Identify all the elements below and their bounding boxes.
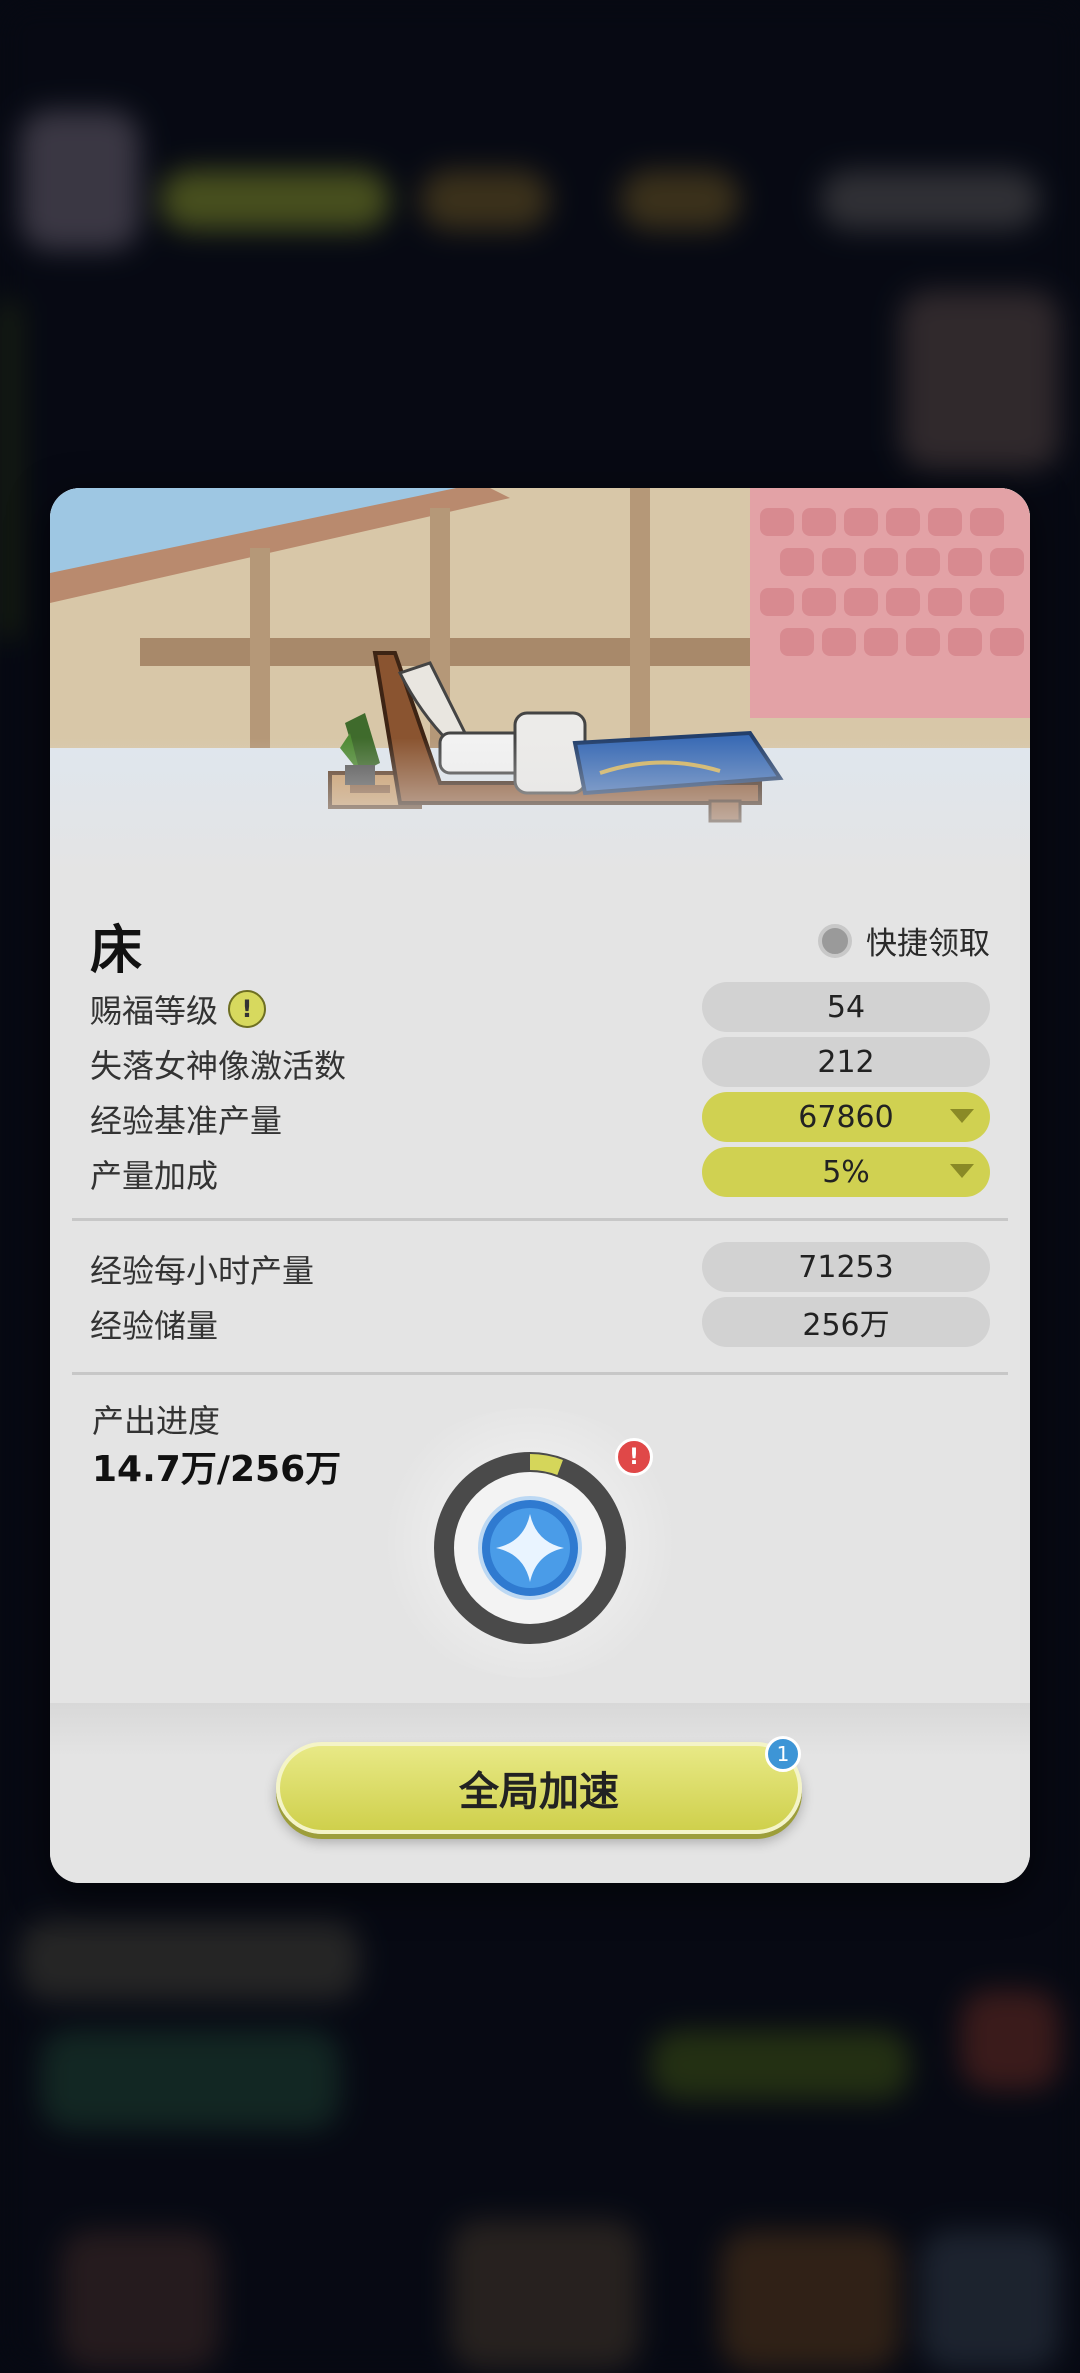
base-exp-output-value: 67860 (798, 1099, 894, 1135)
quick-claim-label: 快捷领取 (866, 926, 990, 962)
stat-value-exp-storage: 256万 (702, 1297, 990, 1347)
stat-label-text: 赐福等级 (90, 992, 219, 1030)
collect-orb-button[interactable] (370, 1408, 690, 1678)
stat-row-base-exp-output: 经验基准产量 67860 (90, 1092, 990, 1142)
stat-row-exp-per-hour: 经验每小时产量 71253 (90, 1242, 990, 1292)
accelerate-count-badge: 1 (765, 1736, 801, 1772)
scene-fade (50, 738, 1030, 888)
stat-row-output-bonus: 产量加成 5% (90, 1147, 990, 1197)
output-bonus-value: 5% (822, 1154, 870, 1190)
stat-label: 经验每小时产量 (90, 1252, 315, 1290)
output-bonus-dropdown[interactable]: 5% (702, 1147, 990, 1197)
quick-claim-toggle[interactable]: 快捷领取 (818, 918, 990, 963)
caret-down-icon (950, 1109, 974, 1123)
section-divider (72, 1372, 1008, 1375)
stat-label: 经验储量 (90, 1307, 219, 1345)
stat-row-statue-activations: 失落女神像激活数 212 (90, 1037, 990, 1087)
stat-value-blessing-level: 54 (702, 982, 990, 1032)
base-exp-output-dropdown[interactable]: 67860 (702, 1092, 990, 1142)
info-icon[interactable]: ! (228, 990, 267, 1028)
stat-row-exp-storage: 经验储量 256万 (90, 1297, 990, 1347)
quick-claim-radio-icon[interactable] (818, 923, 852, 958)
caret-down-icon (950, 1164, 974, 1178)
stat-label: 失落女神像激活数 (90, 1047, 347, 1085)
progress-label: 产出进度 (92, 1402, 221, 1440)
stat-label: 赐福等级 ! (90, 986, 267, 1032)
alert-icon: ! (615, 1438, 653, 1476)
global-accelerate-button[interactable]: 全局加速 (276, 1742, 802, 1834)
stat-row-blessing-level: 赐福等级 ! 54 (90, 982, 990, 1032)
building-title: 床 (90, 921, 143, 981)
stat-label: 经验基准产量 (90, 1102, 283, 1140)
building-detail-panel: 床 快捷领取 赐福等级 ! 54 失落女神像激活数 212 经验基准产量 678… (50, 488, 1030, 1883)
progress-value: 14.7万/256万 (92, 1449, 342, 1490)
stat-value-statue-activations: 212 (702, 1037, 990, 1087)
stat-value-exp-per-hour: 71253 (702, 1242, 990, 1292)
building-scene-illustration (50, 488, 1030, 888)
section-divider (72, 1218, 1008, 1221)
stat-label: 产量加成 (90, 1157, 219, 1195)
progress-ring (434, 1452, 626, 1644)
